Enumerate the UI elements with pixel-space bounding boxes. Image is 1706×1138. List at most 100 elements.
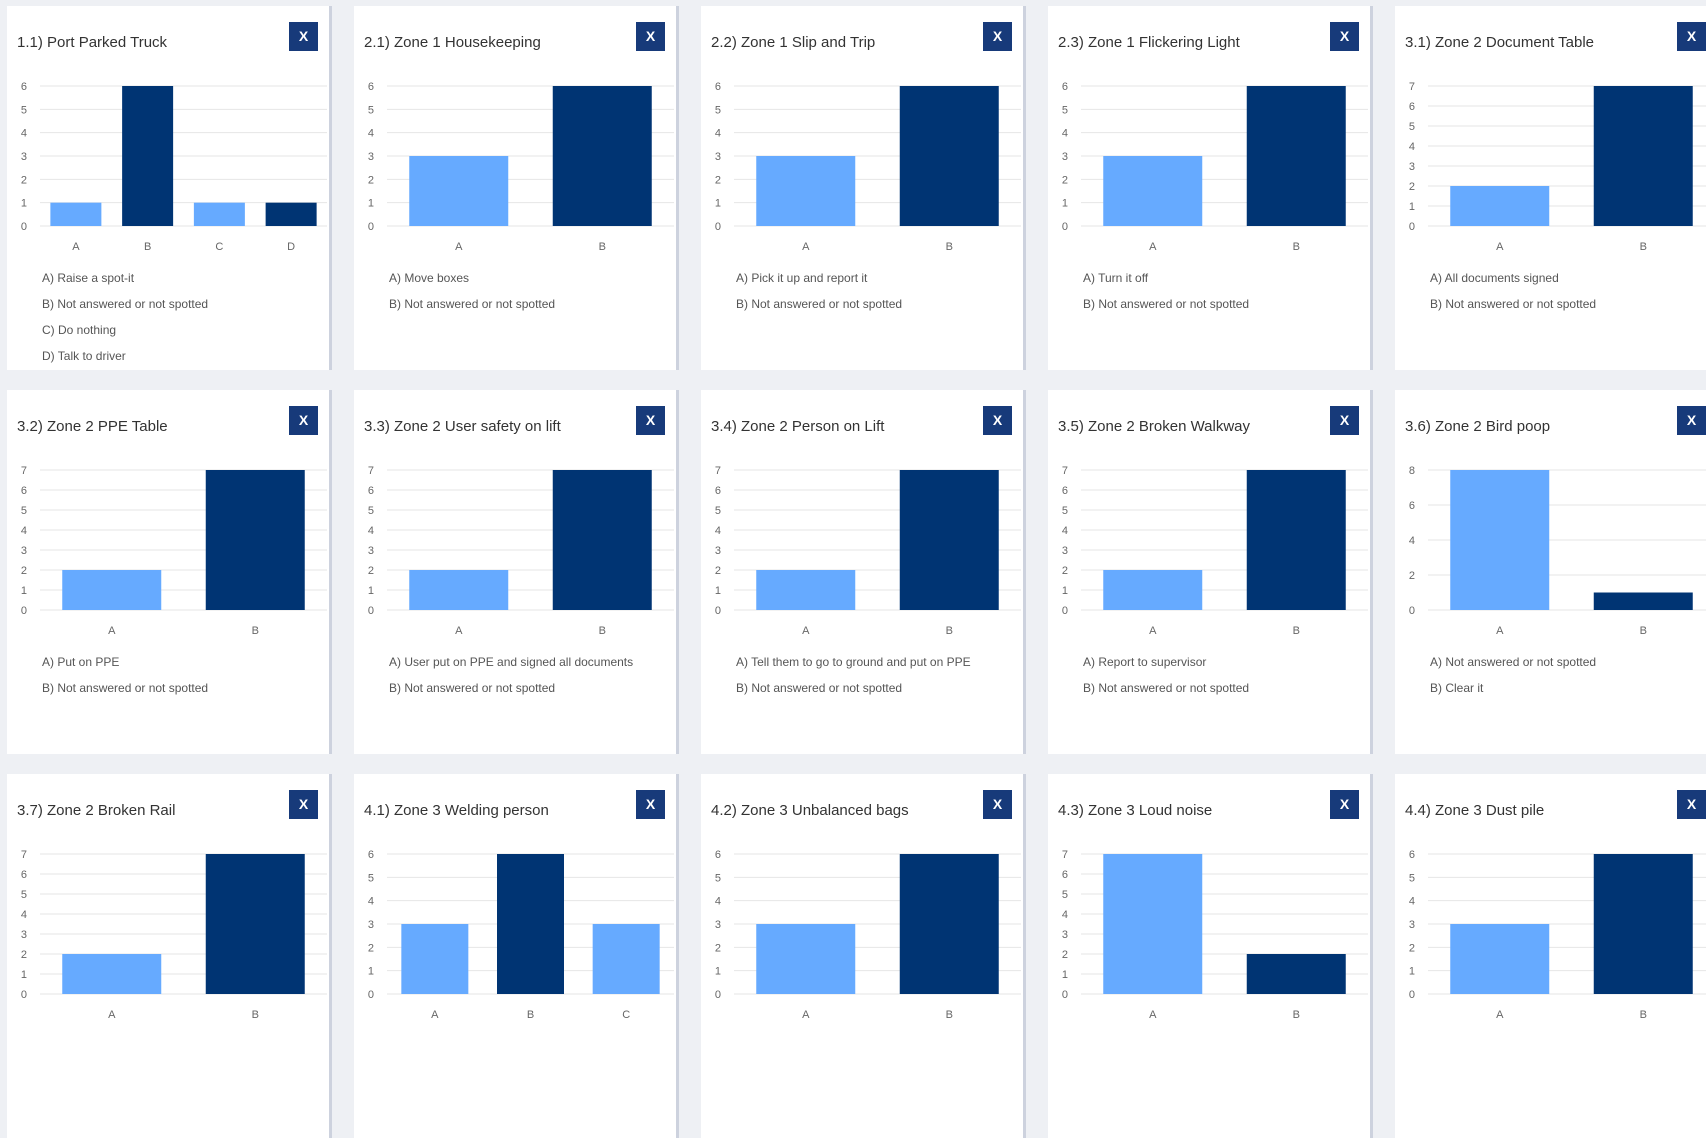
bar bbox=[205, 470, 305, 610]
y-tick-label: 5 bbox=[368, 104, 374, 116]
y-tick-label: 2 bbox=[21, 174, 27, 186]
bar bbox=[62, 954, 162, 994]
y-tick-label: 0 bbox=[1409, 605, 1415, 617]
close-button[interactable]: X bbox=[289, 790, 318, 819]
y-tick-label: 7 bbox=[368, 465, 374, 477]
bar bbox=[50, 202, 102, 226]
y-tick-label: 4 bbox=[715, 896, 721, 908]
y-tick-label: 3 bbox=[715, 151, 721, 163]
y-tick-label: 2 bbox=[715, 174, 721, 186]
y-tick-label: 0 bbox=[1409, 989, 1415, 1001]
y-tick-label: 3 bbox=[1062, 545, 1068, 557]
answer-option: B) Not answered or not spotted bbox=[42, 681, 209, 695]
y-tick-label: 2 bbox=[1062, 949, 1068, 961]
close-button[interactable]: X bbox=[983, 406, 1012, 435]
card-title: 3.2) Zone 2 PPE Table bbox=[17, 418, 168, 435]
close-button[interactable]: X bbox=[1677, 406, 1706, 435]
close-button[interactable]: X bbox=[636, 790, 665, 819]
x-tick-label: A bbox=[802, 241, 810, 253]
close-button[interactable]: X bbox=[636, 22, 665, 51]
y-tick-label: 6 bbox=[21, 81, 27, 93]
x-tick-label: B bbox=[252, 1009, 259, 1021]
y-tick-label: 1 bbox=[21, 198, 27, 210]
chart-card: 3.2) Zone 2 PPE Table X 0 1 2 3 4 5 6 7 A B A) Put o… bbox=[7, 390, 332, 754]
answer-option: B) Not answered or not spotted bbox=[736, 681, 903, 695]
bar bbox=[1593, 854, 1693, 994]
x-tick-label: B bbox=[1640, 241, 1647, 253]
y-tick-label: 7 bbox=[1062, 849, 1068, 861]
bar-chart: 0 1 2 3 4 5 6 7 A B bbox=[21, 465, 327, 637]
y-tick-label: 1 bbox=[1062, 585, 1068, 597]
chart-card: 3.3) Zone 2 User safety on lift X 0 1 2 3 4 5 6 7… bbox=[354, 390, 679, 754]
close-button[interactable]: X bbox=[1677, 22, 1706, 51]
answer-option: A) Move boxes bbox=[389, 271, 470, 285]
y-tick-label: 4 bbox=[368, 128, 374, 140]
x-tick-label: A bbox=[1496, 1009, 1504, 1021]
answer-options: A) Raise a spot-it B) Not answered or not… bbox=[42, 270, 208, 370]
answer-option: B) Not answered or not spotted bbox=[1083, 297, 1250, 311]
close-button[interactable]: X bbox=[1677, 790, 1706, 819]
x-tick-label: B bbox=[946, 625, 953, 637]
y-tick-label: 4 bbox=[1062, 128, 1068, 140]
y-tick-label: 2 bbox=[21, 565, 27, 577]
bar bbox=[1103, 854, 1203, 994]
answer-option: B) Clear it bbox=[1430, 681, 1484, 695]
bar bbox=[1246, 86, 1346, 226]
y-tick-label: 7 bbox=[1062, 465, 1068, 477]
y-tick-label: 7 bbox=[21, 849, 27, 861]
close-button[interactable]: X bbox=[983, 790, 1012, 819]
y-tick-label: 1 bbox=[1409, 966, 1415, 978]
card-title: 4.2) Zone 3 Unbalanced bags bbox=[711, 802, 909, 819]
y-tick-label: 7 bbox=[21, 465, 27, 477]
y-tick-label: 1 bbox=[368, 198, 374, 210]
chart-card: 4.4) Zone 3 Dust pile X 0 1 2 3 4 5 6 A B bbox=[1395, 774, 1706, 1138]
chart-card: 3.7) Zone 2 Broken Rail X 0 1 2 3 4 5 6 7 A B bbox=[7, 774, 332, 1138]
bar-chart: 0 1 2 3 4 5 6 A B C bbox=[368, 849, 674, 1021]
chart-card: 2.2) Zone 1 Slip and Trip X 0 1 2 3 4 5 6 A B A) Pi… bbox=[701, 6, 1026, 370]
bar bbox=[265, 202, 317, 226]
close-button[interactable]: X bbox=[983, 22, 1012, 51]
x-tick-label: C bbox=[622, 1009, 630, 1021]
chart-card: 3.1) Zone 2 Document Table X 0 1 2 3 4 5 6 7 A B A) … bbox=[1395, 6, 1706, 370]
bar-chart: 0 1 2 3 4 5 6 A B C D bbox=[21, 81, 327, 253]
x-tick-label: A bbox=[1149, 625, 1157, 637]
y-tick-label: 3 bbox=[1409, 161, 1415, 173]
y-tick-label: 0 bbox=[1409, 221, 1415, 233]
bar bbox=[1450, 186, 1550, 226]
chart-card: 4.3) Zone 3 Loud noise X 0 1 2 3 4 5 6 7 A B bbox=[1048, 774, 1373, 1138]
y-tick-label: 4 bbox=[1409, 141, 1415, 153]
close-button[interactable]: X bbox=[289, 406, 318, 435]
y-tick-label: 1 bbox=[368, 966, 374, 978]
bar-chart: 0 1 2 3 4 5 6 7 A B bbox=[715, 465, 1021, 637]
x-tick-label: B bbox=[1640, 1009, 1647, 1021]
y-tick-label: 6 bbox=[368, 81, 374, 93]
answer-options: A) All documents signed B) Not answered o… bbox=[1430, 270, 1596, 322]
x-tick-label: B bbox=[599, 625, 606, 637]
y-tick-label: 3 bbox=[1409, 919, 1415, 931]
close-button[interactable]: X bbox=[289, 22, 318, 51]
answer-option: B) Not answered or not spotted bbox=[42, 297, 209, 311]
answer-option: D) Talk to driver bbox=[42, 349, 126, 363]
close-button[interactable]: X bbox=[1330, 790, 1359, 819]
bar bbox=[193, 202, 245, 226]
y-tick-label: 4 bbox=[368, 896, 374, 908]
bar bbox=[1246, 954, 1346, 994]
close-button[interactable]: X bbox=[1330, 406, 1359, 435]
y-tick-label: 2 bbox=[1409, 942, 1415, 954]
y-tick-label: 6 bbox=[715, 485, 721, 497]
card-title: 3.4) Zone 2 Person on Lift bbox=[711, 418, 885, 435]
card-title: 4.4) Zone 3 Dust pile bbox=[1405, 802, 1545, 819]
bar bbox=[552, 86, 652, 226]
y-tick-label: 5 bbox=[1062, 104, 1068, 116]
close-button[interactable]: X bbox=[636, 406, 665, 435]
bar bbox=[1450, 470, 1550, 610]
y-tick-label: 6 bbox=[21, 485, 27, 497]
y-tick-label: 3 bbox=[368, 545, 374, 557]
y-tick-label: 0 bbox=[1062, 605, 1068, 617]
y-tick-label: 6 bbox=[1062, 81, 1068, 93]
x-tick-label: B bbox=[144, 241, 151, 253]
answer-option: A) User put on PPE and signed all docume… bbox=[389, 655, 634, 669]
y-tick-label: 1 bbox=[21, 585, 27, 597]
close-button[interactable]: X bbox=[1330, 22, 1359, 51]
x-tick-label: A bbox=[455, 625, 463, 637]
